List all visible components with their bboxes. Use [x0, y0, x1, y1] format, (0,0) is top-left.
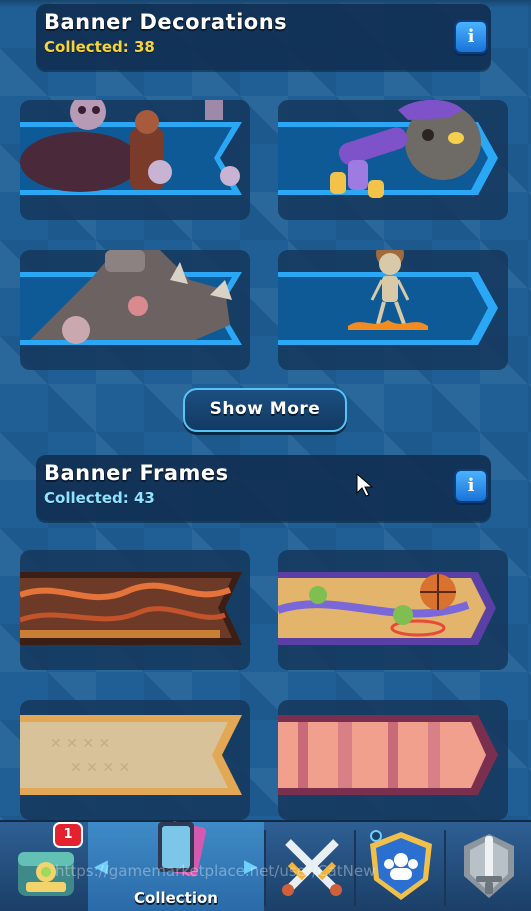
bottom-navigation-bar: 1 ◀ ▶ Collection [0, 820, 531, 911]
banner-frames-info-button[interactable]: i [454, 469, 488, 503]
decoration-card-1[interactable] [20, 100, 250, 220]
decoration-card-2[interactable] [278, 100, 508, 220]
tab-clan[interactable] [356, 822, 444, 911]
tab-tournaments[interactable] [446, 822, 531, 911]
pink-forest-frame-icon [278, 715, 498, 795]
frame-card-3[interactable]: ✕ ✕ ✕ ✕ ✕ ✕ ✕ ✕ [20, 700, 250, 820]
tab-battle[interactable] [266, 822, 354, 911]
golem-fist-decoration-icon [278, 100, 498, 198]
show-more-button[interactable]: Show More [183, 388, 347, 432]
svg-text:✕ ✕ ✕ ✕: ✕ ✕ ✕ ✕ [70, 760, 130, 776]
tab-collection[interactable]: ◀ ▶ Collection [88, 821, 264, 911]
banner-decorations-info-button[interactable]: i [454, 20, 488, 54]
banner-frames-header: Banner Frames Collected: 43 i [36, 455, 491, 521]
chevron-left-icon: ◀ [94, 856, 108, 877]
frame-card-2[interactable] [278, 550, 508, 670]
frame-card-1[interactable] [20, 550, 250, 670]
frame-card-4[interactable] [278, 700, 508, 820]
decoration-card-4[interactable] [278, 250, 508, 370]
svg-text:✕ ✕ ✕ ✕: ✕ ✕ ✕ ✕ [50, 736, 110, 752]
sand-frame-icon: ✕ ✕ ✕ ✕ ✕ ✕ ✕ ✕ [20, 715, 242, 795]
banner-frames-title: Banner Frames [44, 461, 229, 485]
banner-decorations-collected: Collected: 38 [44, 38, 155, 56]
collection-icon [158, 821, 207, 877]
pekka-decoration-icon [20, 250, 242, 345]
fire-skeleton-decoration-icon [278, 250, 498, 345]
battle-icon [282, 839, 342, 896]
skeleton-army-decoration-icon [20, 100, 242, 195]
notification-badge: 1 [53, 822, 83, 848]
decoration-card-3[interactable] [20, 250, 250, 370]
mouse-cursor-icon [356, 473, 374, 497]
chevron-right-icon: ▶ [244, 856, 258, 877]
banner-decorations-title: Banner Decorations [44, 10, 288, 34]
banner-frames-collected: Collected: 43 [44, 489, 155, 507]
banner-decorations-header: Banner Decorations Collected: 38 i [36, 4, 491, 70]
tournament-icon [464, 834, 514, 898]
collection-tab-label: Collection [134, 889, 218, 907]
lava-wood-frame-icon [20, 572, 242, 645]
clan-icon [370, 830, 432, 900]
tab-shop[interactable]: 1 [0, 822, 88, 911]
basketball-frame-icon [278, 572, 496, 645]
